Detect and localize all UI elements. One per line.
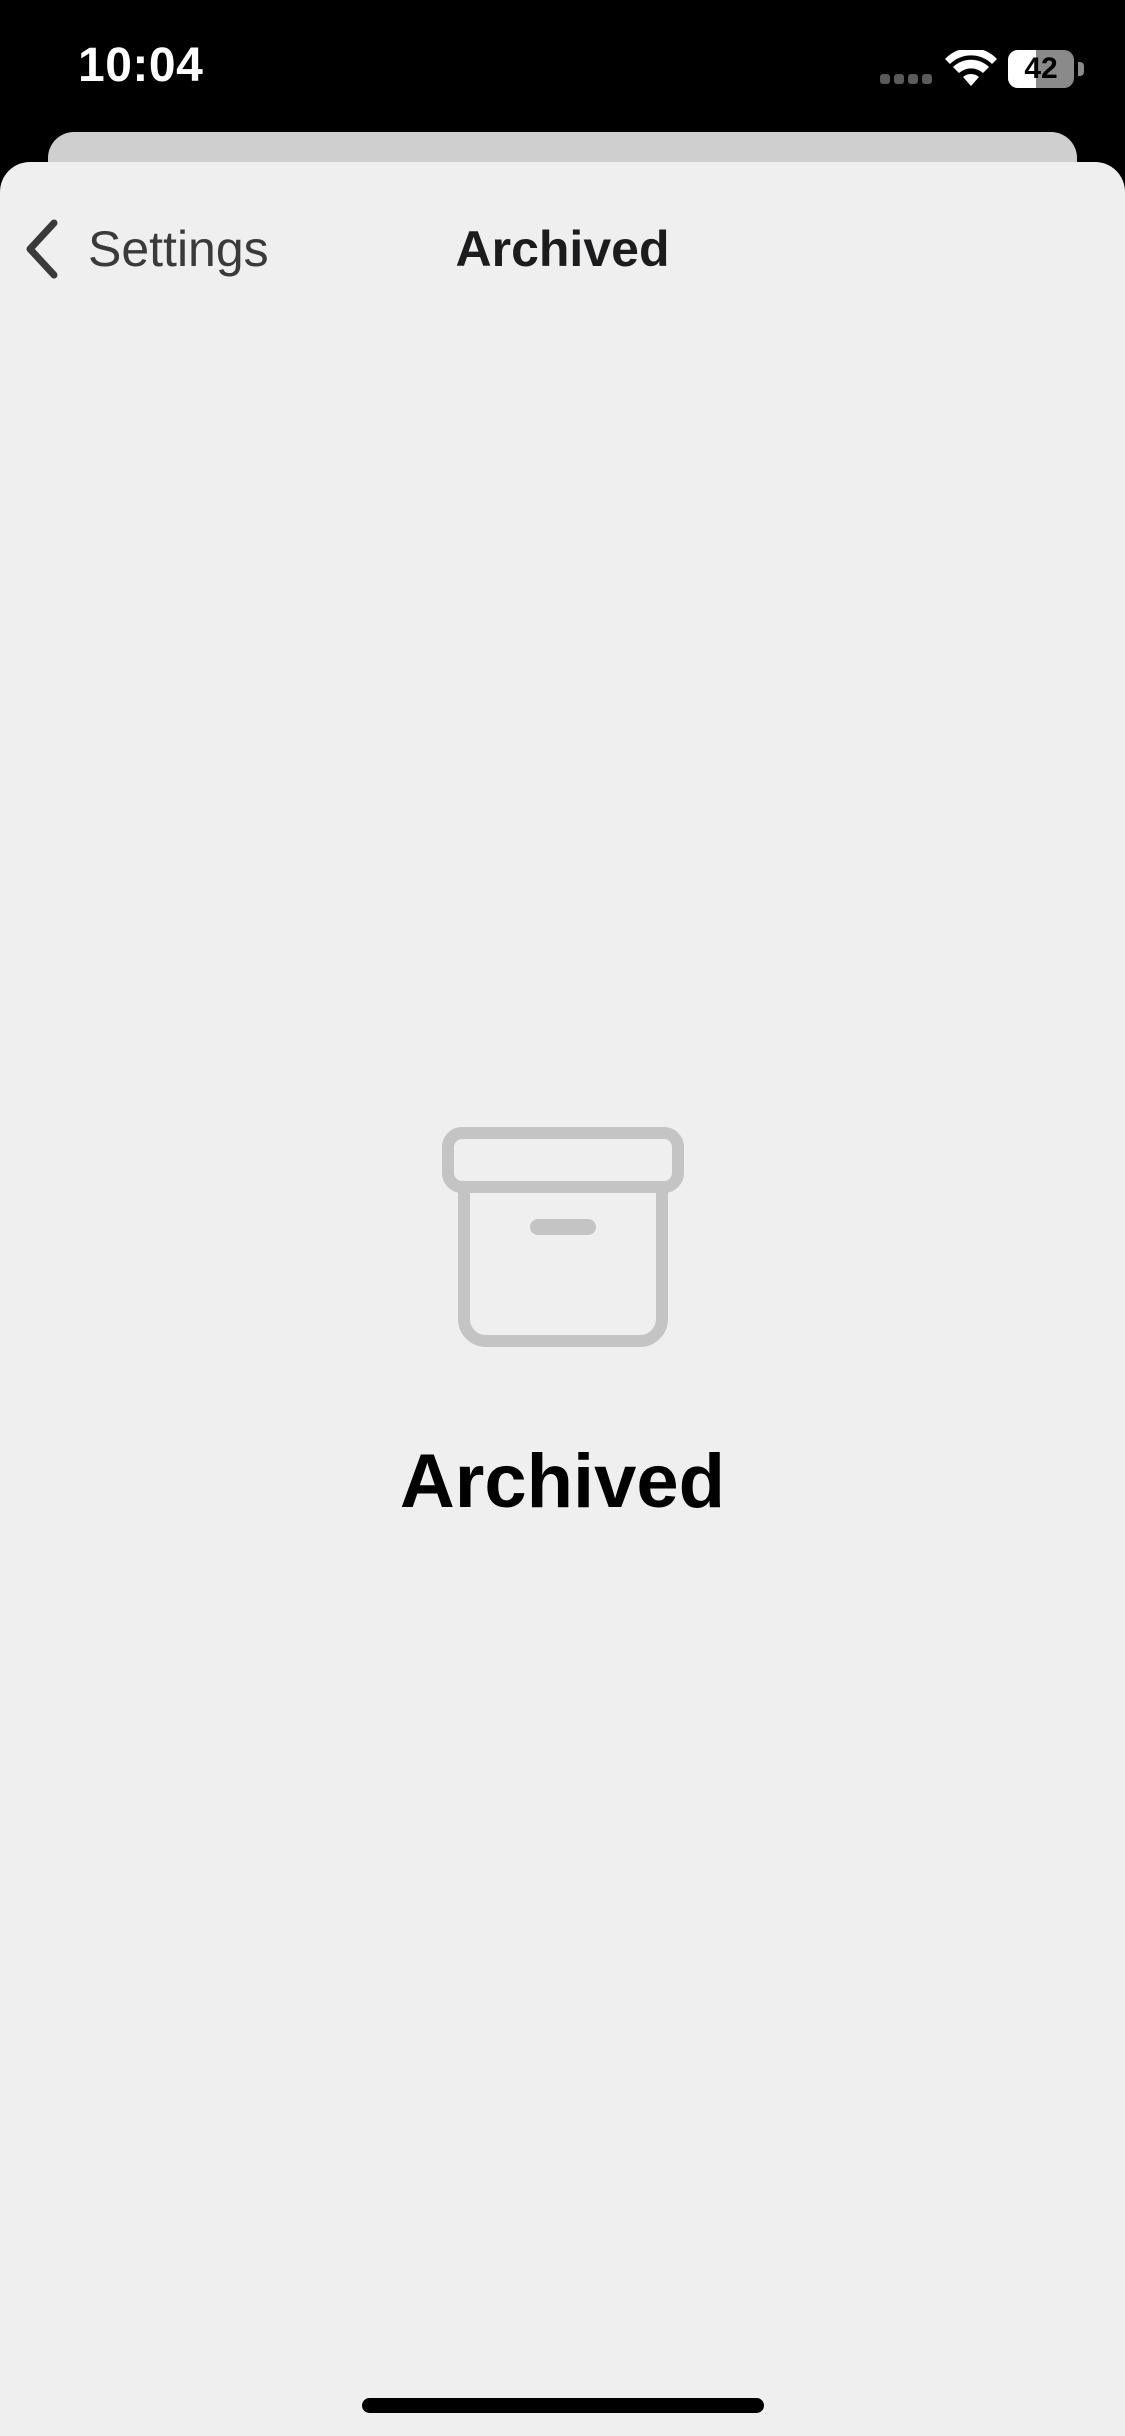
- battery-icon: 42: [1008, 50, 1086, 88]
- home-indicator[interactable]: [362, 2398, 764, 2413]
- wifi-icon: [945, 50, 997, 86]
- page-title: Archived: [455, 221, 670, 277]
- archive-box-icon: [442, 1127, 684, 1347]
- empty-state: Archived: [0, 1127, 1125, 1557]
- navigation-bar: Settings Archived: [0, 162, 1125, 332]
- phone-screen: 10:04 42 Settings Archived Archived: [0, 0, 1125, 2436]
- archived-sheet: Settings Archived Archived: [0, 162, 1125, 2436]
- status-time: 10:04: [78, 39, 204, 92]
- battery-body: 42: [1008, 50, 1074, 88]
- empty-state-title: Archived: [399, 1439, 726, 1524]
- battery-tip: [1078, 62, 1084, 76]
- cellular-signal-icon: [880, 74, 934, 86]
- status-bar: 10:04 42: [0, 0, 1125, 135]
- battery-level: 42: [1024, 52, 1058, 85]
